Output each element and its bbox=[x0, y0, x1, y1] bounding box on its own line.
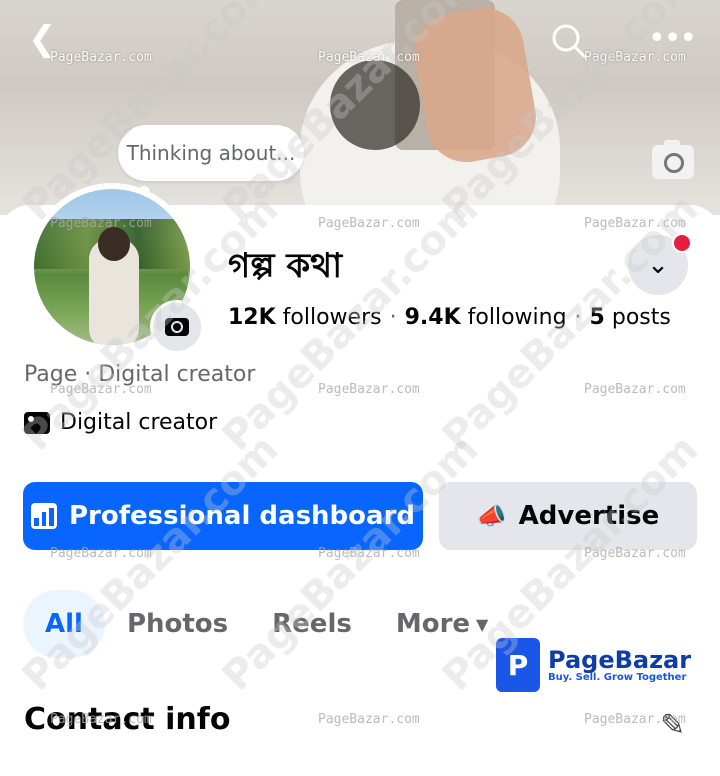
watermark-text: PageBazar.com bbox=[318, 382, 420, 397]
brand-name: PageBazar bbox=[548, 645, 692, 674]
watermark-text: PageBazar.com bbox=[50, 50, 152, 65]
brand-tagline: Buy. Sell. Grow Together bbox=[548, 671, 687, 683]
tab-label: Photos bbox=[126, 609, 229, 639]
followers-count: 12K bbox=[228, 305, 276, 330]
watermark-text: PageBazar.com bbox=[50, 216, 152, 231]
watermark-text: PageBazar.com bbox=[584, 382, 686, 397]
following-count: 9.4K bbox=[404, 305, 461, 330]
watermark-text: PageBazar.com bbox=[50, 712, 152, 727]
pagebazar-logo: P PageBazar Buy. Sell. Grow Together bbox=[496, 638, 691, 692]
watermark-text: PageBazar.com bbox=[584, 712, 686, 727]
watermark-text: PageBazar.com bbox=[318, 216, 420, 231]
megaphone-icon: 📣 bbox=[476, 502, 507, 530]
avatar-head bbox=[98, 227, 130, 261]
watermark-text: PageBazar.com bbox=[318, 712, 420, 727]
posts-label: posts bbox=[611, 305, 671, 330]
tab-label: More bbox=[395, 609, 471, 639]
camera-icon[interactable] bbox=[652, 140, 694, 179]
dashboard-icon bbox=[30, 503, 57, 529]
